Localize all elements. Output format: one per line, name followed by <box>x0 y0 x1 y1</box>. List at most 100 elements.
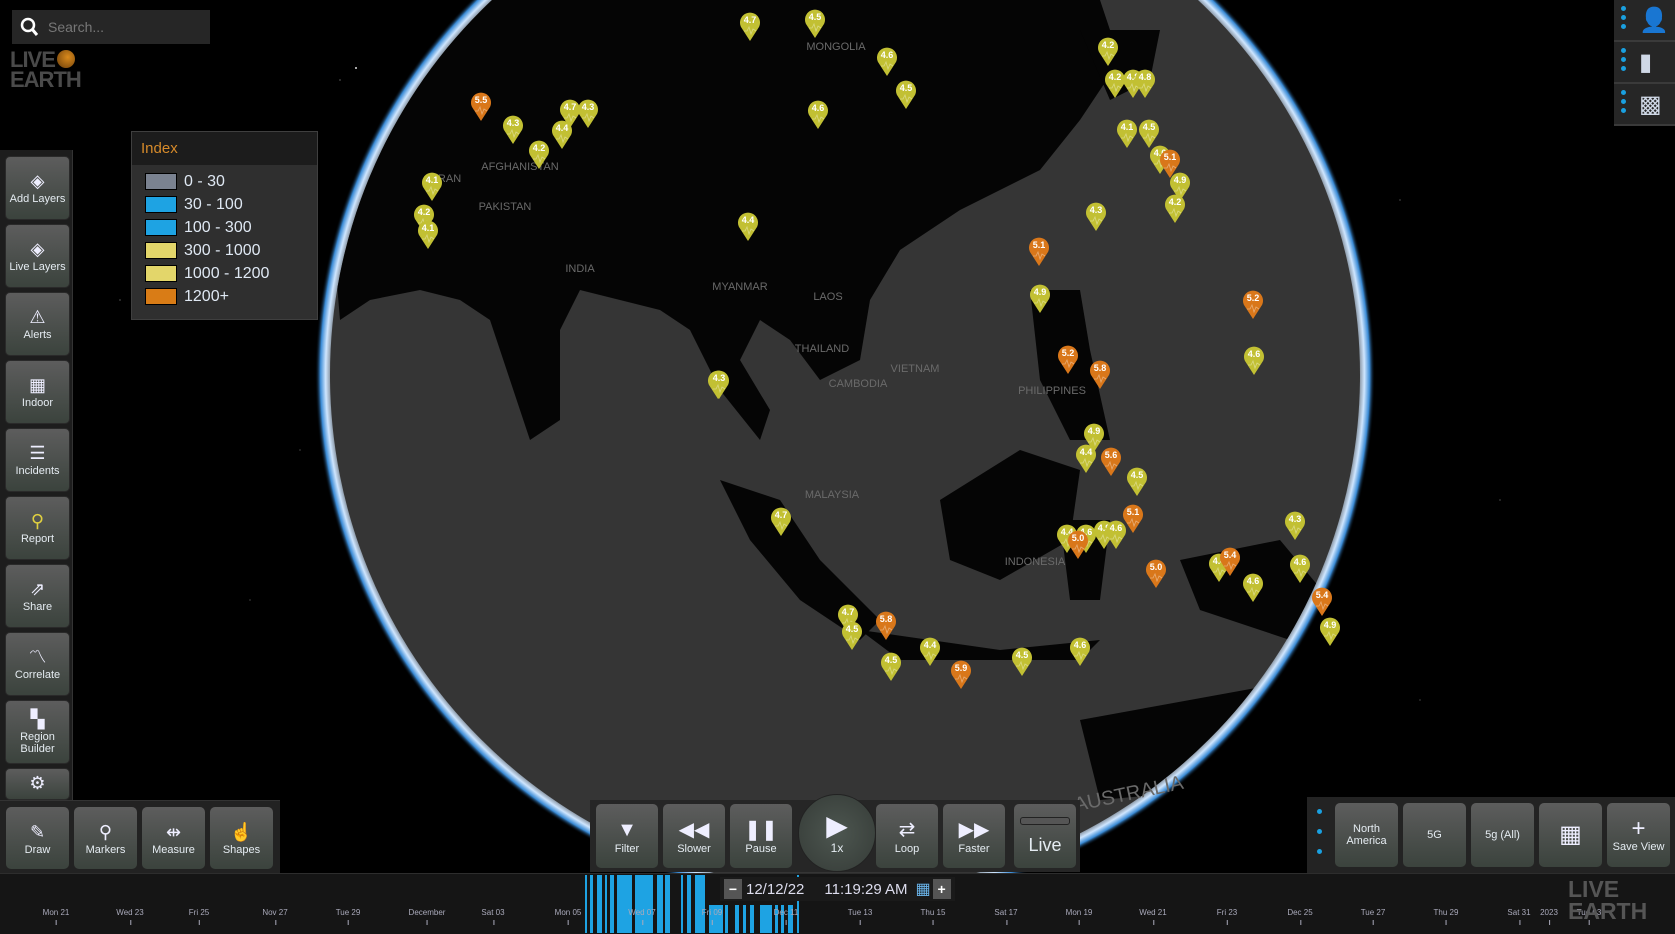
map-label: AFGHANISTAN <box>481 161 558 173</box>
left-sidebar: ◈ Add Layers ◈ Live Layers ⚠ Alerts ▦ Indoor ☰ In… <box>0 150 73 800</box>
legend-label: 1200+ <box>184 287 229 305</box>
faster-button[interactable]: ▶▶ Faster <box>943 804 1005 868</box>
sidebar-item-settings[interactable]: ⚙ <box>5 768 70 800</box>
saved-views-toolbar: North America 5G 5g (All) ▦ + Save View <box>1307 797 1675 873</box>
sidebar-item-region-builder[interactable]: ▚ Region Builder <box>5 700 70 764</box>
timeline-tick: Tue 13 <box>847 908 873 925</box>
legend-title: Index <box>132 132 317 165</box>
measure-button[interactable]: ⇹ Measure <box>142 807 205 869</box>
marker-magnitude: 4.9 <box>1324 620 1337 630</box>
timeline-event-bar <box>665 875 670 933</box>
sidebar-item-indoor[interactable]: ▦ Indoor <box>5 360 70 424</box>
playback-label: Filter <box>614 843 640 855</box>
filter-icon: ▼ <box>617 819 637 841</box>
user-profile-button[interactable]: 👤 <box>1614 0 1675 42</box>
play-button[interactable]: ▶ 1x <box>798 794 876 872</box>
marker-magnitude: 4.3 <box>713 373 726 383</box>
marker-magnitude: 4.5 <box>846 624 859 634</box>
marker-magnitude: 4.6 <box>1294 557 1307 567</box>
timeline-tick: Sat 31 <box>1507 908 1531 925</box>
timeline-tick: Nov 27 <box>262 908 288 925</box>
legend-label: 1000 - 1200 <box>184 264 270 282</box>
legend-swatch <box>145 219 177 236</box>
live-button[interactable]: Live <box>1014 804 1076 868</box>
timeline-tick: Fri 09 <box>701 908 723 925</box>
marker-magnitude: 4.5 <box>900 83 913 93</box>
loop-button[interactable]: ⇄ Loop <box>876 804 938 868</box>
timeline-logo: LIVE EARTH <box>1568 878 1648 924</box>
live-indicator <box>1020 816 1070 825</box>
share-icon: ⇗ <box>29 579 46 599</box>
sidebar-item-share[interactable]: ⇗ Share <box>5 564 70 628</box>
marker-magnitude: 4.4 <box>924 640 937 650</box>
datetime-control: − 12/12/22 11:19:29 AM ▦ + <box>720 877 955 901</box>
search-bar[interactable] <box>12 10 210 44</box>
bar-chart-button[interactable]: ▮ <box>1614 42 1675 84</box>
tool-label: Measure <box>152 844 195 856</box>
marker-magnitude: 4.5 <box>1143 122 1156 132</box>
5g-all-button[interactable]: 5g (All) <box>1471 803 1534 867</box>
sidebar-item-correlate[interactable]: 〽 Correlate <box>5 632 70 696</box>
legend-swatch <box>145 288 177 305</box>
timeline-event-bar <box>635 875 653 933</box>
sidebar-item-live-layers[interactable]: ◈ Live Layers <box>5 224 70 288</box>
toolbar-drag-handle[interactable] <box>1317 809 1325 869</box>
timeline[interactable]: Mon 21 Wed 23 Fri 25 Nov 27 Tue 29 December Sa… <box>0 873 1675 934</box>
marker-magnitude: 5.0 <box>1150 562 1163 572</box>
legend-swatch <box>145 265 177 282</box>
save-view-button[interactable]: + Save View <box>1607 803 1670 867</box>
markers-button[interactable]: ⚲ Markers <box>74 807 137 869</box>
timeline-tick: Mon 05 <box>554 908 582 925</box>
marker-magnitude: 5.1 <box>1164 152 1177 162</box>
timeline-tick: Dec 25 <box>1287 908 1313 925</box>
sidebar-item-alerts[interactable]: ⚠ Alerts <box>5 292 70 356</box>
earthquake-marker[interactable]: 4.9 <box>1320 617 1340 646</box>
report-pin-icon: ⚲ <box>30 511 45 531</box>
bar-chart-icon: ▮ <box>1639 49 1653 76</box>
map-label: MALAYSIA <box>805 489 860 501</box>
timeline-event-bar <box>597 875 602 933</box>
marker-magnitude: 4.9 <box>1174 175 1187 185</box>
timeline-event-bar <box>695 875 705 933</box>
step-back-button[interactable]: − <box>724 879 742 899</box>
timeline-tick: Tue 27 <box>1360 908 1386 925</box>
sidebar-item-incidents[interactable]: ☰ Incidents <box>5 428 70 492</box>
grid-icon: ▦ <box>1559 821 1582 848</box>
apps-grid-button[interactable]: ▦ <box>1539 803 1602 867</box>
calendar-icon[interactable]: ▦ <box>916 879 931 899</box>
step-forward-button[interactable]: + <box>932 879 951 899</box>
sidebar-item-report[interactable]: ⚲ Report <box>5 496 70 560</box>
map-label: INDONESIA <box>1005 556 1066 568</box>
logo-line2: EARTH <box>1568 898 1648 924</box>
drag-handle <box>1621 6 1626 33</box>
view-label: North America <box>1346 823 1387 847</box>
pause-button[interactable]: ❚❚ Pause <box>730 804 792 868</box>
timeline-event-bar <box>585 875 587 933</box>
map-region-button[interactable]: ▩ <box>1614 84 1675 126</box>
timeline-tick: Tue 29 <box>335 908 361 925</box>
map-label: CAMBODIA <box>829 378 888 390</box>
marker-magnitude: 4.7 <box>842 607 855 617</box>
north-america-button[interactable]: North America <box>1335 803 1398 867</box>
index-legend: Index 0 - 30 30 - 100 100 - 300 300 - 1000 1… <box>131 131 318 320</box>
marker-magnitude: 4.8 <box>1139 72 1152 82</box>
5g-button[interactable]: 5G <box>1403 803 1466 867</box>
search-input[interactable] <box>46 18 200 36</box>
marker-magnitude: 5.2 <box>1062 348 1075 358</box>
marker-magnitude: 4.4 <box>1080 447 1093 457</box>
timeline-tick: Thu 15 <box>920 908 946 925</box>
filter-button[interactable]: ▼ Filter <box>596 804 658 868</box>
marker-magnitude: 4.7 <box>564 102 577 112</box>
legend-label: 100 - 300 <box>184 218 252 236</box>
timeline-event-bar <box>760 905 772 933</box>
draw-button[interactable]: ✎ Draw <box>6 807 69 869</box>
map-label: PHILIPPINES <box>1018 385 1086 397</box>
sidebar-item-add-layers[interactable]: ◈ Add Layers <box>5 156 70 220</box>
drag-handle <box>1621 48 1626 75</box>
chart-line-icon: 〽 <box>28 647 47 667</box>
shapes-button[interactable]: ☝ Shapes <box>210 807 273 869</box>
timeline-tick: Fri 25 <box>188 908 210 925</box>
tool-label: Shapes <box>222 844 261 856</box>
gear-icon: ⚙ <box>29 773 46 793</box>
slower-button[interactable]: ◀◀ Slower <box>663 804 725 868</box>
